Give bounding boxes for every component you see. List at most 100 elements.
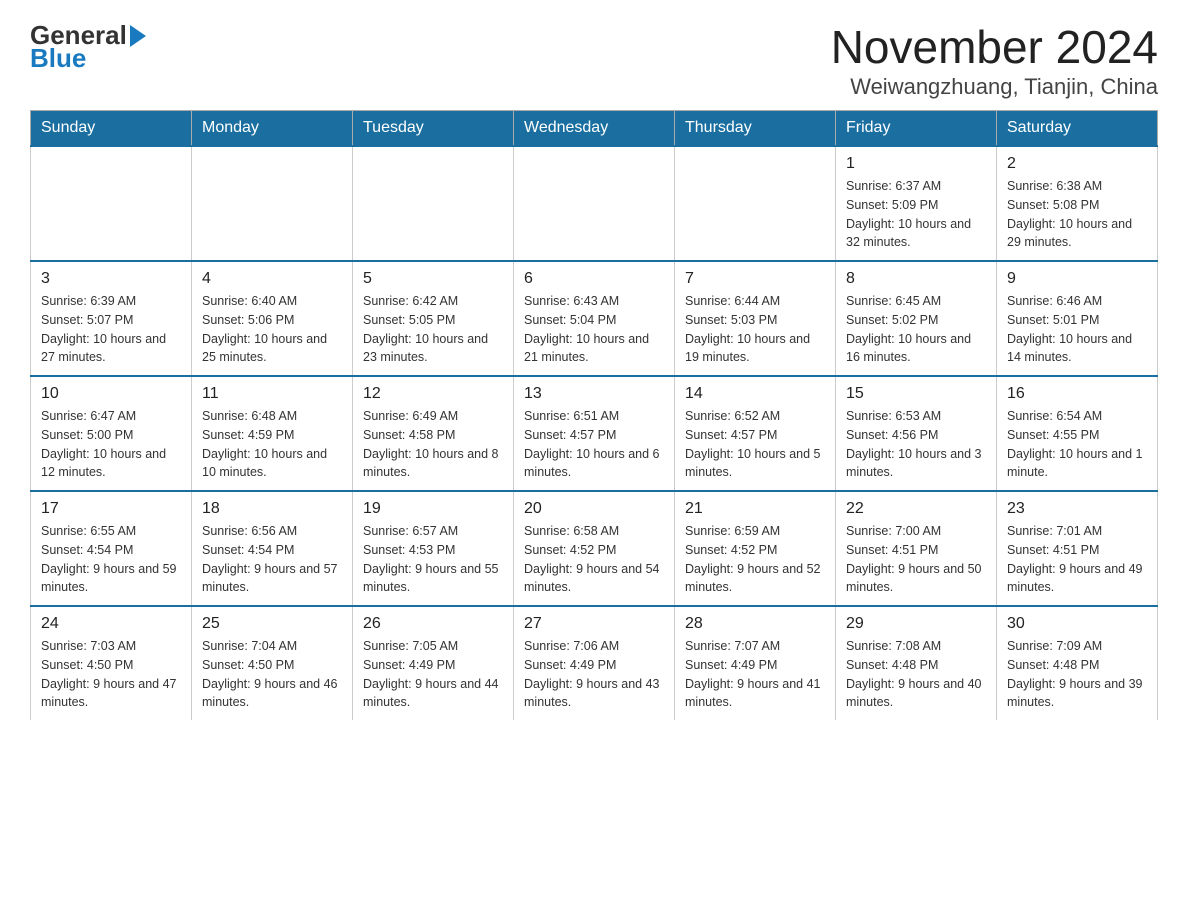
- day-number: 14: [685, 385, 825, 403]
- week-row-2: 3 Sunrise: 6:39 AM Sunset: 5:07 PM Daylig…: [31, 261, 1158, 376]
- calendar-body: 1 Sunrise: 6:37 AM Sunset: 5:09 PM Daylig…: [31, 146, 1158, 720]
- calendar-cell: 20Sunrise: 6:58 AM Sunset: 4:52 PM Dayli…: [514, 491, 675, 606]
- day-info: Sunrise: 6:59 AM Sunset: 4:52 PM Dayligh…: [685, 522, 825, 597]
- calendar-cell: 8 Sunrise: 6:45 AM Sunset: 5:02 PM Daylig…: [836, 261, 997, 376]
- calendar-cell: 22 Sunrise: 7:00 AM Sunset: 4:51 PM Dayli…: [836, 491, 997, 606]
- day-info: Sunrise: 6:44 AM Sunset: 5:03 PM Dayligh…: [685, 292, 825, 367]
- day-info: Sunrise: 7:06 AM Sunset: 4:49 PM Dayligh…: [524, 637, 664, 712]
- week-row-1: 1 Sunrise: 6:37 AM Sunset: 5:09 PM Daylig…: [31, 146, 1158, 261]
- col-header-wednesday: Wednesday: [514, 111, 675, 147]
- calendar-cell: 17 Sunrise: 6:55 AM Sunset: 4:54 PM Dayli…: [31, 491, 192, 606]
- calendar-cell: 29 Sunrise: 7:08 AM Sunset: 4:48 PM Dayli…: [836, 606, 997, 720]
- calendar-cell: 7 Sunrise: 6:44 AM Sunset: 5:03 PM Daylig…: [675, 261, 836, 376]
- calendar-cell: [192, 146, 353, 261]
- day-number: 25: [202, 615, 342, 633]
- calendar-cell: 1 Sunrise: 6:37 AM Sunset: 5:09 PM Daylig…: [836, 146, 997, 261]
- day-info: Sunrise: 6:49 AM Sunset: 4:58 PM Dayligh…: [363, 407, 503, 482]
- day-number: 21: [685, 500, 825, 518]
- calendar-cell: 27 Sunrise: 7:06 AM Sunset: 4:49 PM Dayli…: [514, 606, 675, 720]
- day-info: Sunrise: 6:45 AM Sunset: 5:02 PM Dayligh…: [846, 292, 986, 367]
- calendar-cell: 12Sunrise: 6:49 AM Sunset: 4:58 PM Dayli…: [353, 376, 514, 491]
- day-number: 17: [41, 500, 181, 518]
- day-info: Sunrise: 6:42 AM Sunset: 5:05 PM Dayligh…: [363, 292, 503, 367]
- calendar-cell: [353, 146, 514, 261]
- day-info: Sunrise: 6:58 AM Sunset: 4:52 PM Dayligh…: [524, 522, 664, 597]
- calendar-cell: 18 Sunrise: 6:56 AM Sunset: 4:54 PM Dayli…: [192, 491, 353, 606]
- day-number: 15: [846, 385, 986, 403]
- col-header-saturday: Saturday: [997, 111, 1158, 147]
- day-info: Sunrise: 7:07 AM Sunset: 4:49 PM Dayligh…: [685, 637, 825, 712]
- calendar-cell: [675, 146, 836, 261]
- week-row-3: 10Sunrise: 6:47 AM Sunset: 5:00 PM Dayli…: [31, 376, 1158, 491]
- day-info: Sunrise: 7:08 AM Sunset: 4:48 PM Dayligh…: [846, 637, 986, 712]
- col-header-thursday: Thursday: [675, 111, 836, 147]
- day-number: 24: [41, 615, 181, 633]
- day-info: Sunrise: 6:55 AM Sunset: 4:54 PM Dayligh…: [41, 522, 181, 597]
- title-block: November 2024 Weiwangzhuang, Tianjin, Ch…: [831, 20, 1158, 100]
- day-number: 26: [363, 615, 503, 633]
- day-number: 29: [846, 615, 986, 633]
- day-info: Sunrise: 6:56 AM Sunset: 4:54 PM Dayligh…: [202, 522, 342, 597]
- page-header: General General Blue November 2024 Weiwa…: [30, 20, 1158, 100]
- calendar-cell: 16 Sunrise: 6:54 AM Sunset: 4:55 PM Dayli…: [997, 376, 1158, 491]
- day-info: Sunrise: 6:54 AM Sunset: 4:55 PM Dayligh…: [1007, 407, 1147, 482]
- calendar-cell: 26 Sunrise: 7:05 AM Sunset: 4:49 PM Dayli…: [353, 606, 514, 720]
- calendar-cell: 9Sunrise: 6:46 AM Sunset: 5:01 PM Daylig…: [997, 261, 1158, 376]
- day-number: 19: [363, 500, 503, 518]
- day-number: 18: [202, 500, 342, 518]
- calendar-cell: 30Sunrise: 7:09 AM Sunset: 4:48 PM Dayli…: [997, 606, 1158, 720]
- day-number: 5: [363, 270, 503, 288]
- calendar-cell: 3 Sunrise: 6:39 AM Sunset: 5:07 PM Daylig…: [31, 261, 192, 376]
- day-number: 27: [524, 615, 664, 633]
- day-number: 22: [846, 500, 986, 518]
- day-info: Sunrise: 6:48 AM Sunset: 4:59 PM Dayligh…: [202, 407, 342, 482]
- calendar-cell: 14 Sunrise: 6:52 AM Sunset: 4:57 PM Dayli…: [675, 376, 836, 491]
- calendar-cell: 4Sunrise: 6:40 AM Sunset: 5:06 PM Daylig…: [192, 261, 353, 376]
- day-number: 6: [524, 270, 664, 288]
- calendar-cell: 21 Sunrise: 6:59 AM Sunset: 4:52 PM Dayli…: [675, 491, 836, 606]
- day-info: Sunrise: 6:53 AM Sunset: 4:56 PM Dayligh…: [846, 407, 986, 482]
- calendar-cell: 10Sunrise: 6:47 AM Sunset: 5:00 PM Dayli…: [31, 376, 192, 491]
- day-number: 28: [685, 615, 825, 633]
- day-number: 8: [846, 270, 986, 288]
- calendar-cell: 25 Sunrise: 7:04 AM Sunset: 4:50 PM Dayli…: [192, 606, 353, 720]
- day-info: Sunrise: 6:52 AM Sunset: 4:57 PM Dayligh…: [685, 407, 825, 482]
- calendar-cell: 15 Sunrise: 6:53 AM Sunset: 4:56 PM Dayli…: [836, 376, 997, 491]
- day-info: Sunrise: 6:43 AM Sunset: 5:04 PM Dayligh…: [524, 292, 664, 367]
- day-number: 13: [524, 385, 664, 403]
- day-number: 7: [685, 270, 825, 288]
- day-number: 10: [41, 385, 181, 403]
- day-info: Sunrise: 6:37 AM Sunset: 5:09 PM Dayligh…: [846, 177, 986, 252]
- day-info: Sunrise: 7:01 AM Sunset: 4:51 PM Dayligh…: [1007, 522, 1147, 597]
- col-header-sunday: Sunday: [31, 111, 192, 147]
- calendar-cell: 11 Sunrise: 6:48 AM Sunset: 4:59 PM Dayli…: [192, 376, 353, 491]
- day-number: 30: [1007, 615, 1147, 633]
- day-number: 16: [1007, 385, 1147, 403]
- col-header-monday: Monday: [192, 111, 353, 147]
- calendar-cell: 28 Sunrise: 7:07 AM Sunset: 4:49 PM Dayli…: [675, 606, 836, 720]
- calendar-cell: 23 Sunrise: 7:01 AM Sunset: 4:51 PM Dayli…: [997, 491, 1158, 606]
- calendar-cell: 6 Sunrise: 6:43 AM Sunset: 5:04 PM Daylig…: [514, 261, 675, 376]
- day-info: Sunrise: 6:51 AM Sunset: 4:57 PM Dayligh…: [524, 407, 664, 482]
- calendar-cell: 13 Sunrise: 6:51 AM Sunset: 4:57 PM Dayli…: [514, 376, 675, 491]
- day-info: Sunrise: 6:40 AM Sunset: 5:06 PM Dayligh…: [202, 292, 342, 367]
- day-number: 23: [1007, 500, 1147, 518]
- day-info: Sunrise: 7:04 AM Sunset: 4:50 PM Dayligh…: [202, 637, 342, 712]
- day-number: 3: [41, 270, 181, 288]
- day-info: Sunrise: 7:00 AM Sunset: 4:51 PM Dayligh…: [846, 522, 986, 597]
- day-info: Sunrise: 6:46 AM Sunset: 5:01 PM Dayligh…: [1007, 292, 1147, 367]
- week-row-4: 17 Sunrise: 6:55 AM Sunset: 4:54 PM Dayli…: [31, 491, 1158, 606]
- col-header-tuesday: Tuesday: [353, 111, 514, 147]
- calendar-cell: 19 Sunrise: 6:57 AM Sunset: 4:53 PM Dayli…: [353, 491, 514, 606]
- col-header-friday: Friday: [836, 111, 997, 147]
- day-info: Sunrise: 6:39 AM Sunset: 5:07 PM Dayligh…: [41, 292, 181, 367]
- day-number: 11: [202, 385, 342, 403]
- calendar-header: SundayMondayTuesdayWednesdayThursdayFrid…: [31, 111, 1158, 147]
- logo-text-blue: Blue: [30, 43, 86, 74]
- calendar-subtitle: Weiwangzhuang, Tianjin, China: [831, 74, 1158, 100]
- week-row-5: 24Sunrise: 7:03 AM Sunset: 4:50 PM Dayli…: [31, 606, 1158, 720]
- day-info: Sunrise: 7:05 AM Sunset: 4:49 PM Dayligh…: [363, 637, 503, 712]
- day-number: 1: [846, 155, 986, 173]
- logo-wrapper: General Blue: [30, 20, 149, 74]
- day-info: Sunrise: 6:57 AM Sunset: 4:53 PM Dayligh…: [363, 522, 503, 597]
